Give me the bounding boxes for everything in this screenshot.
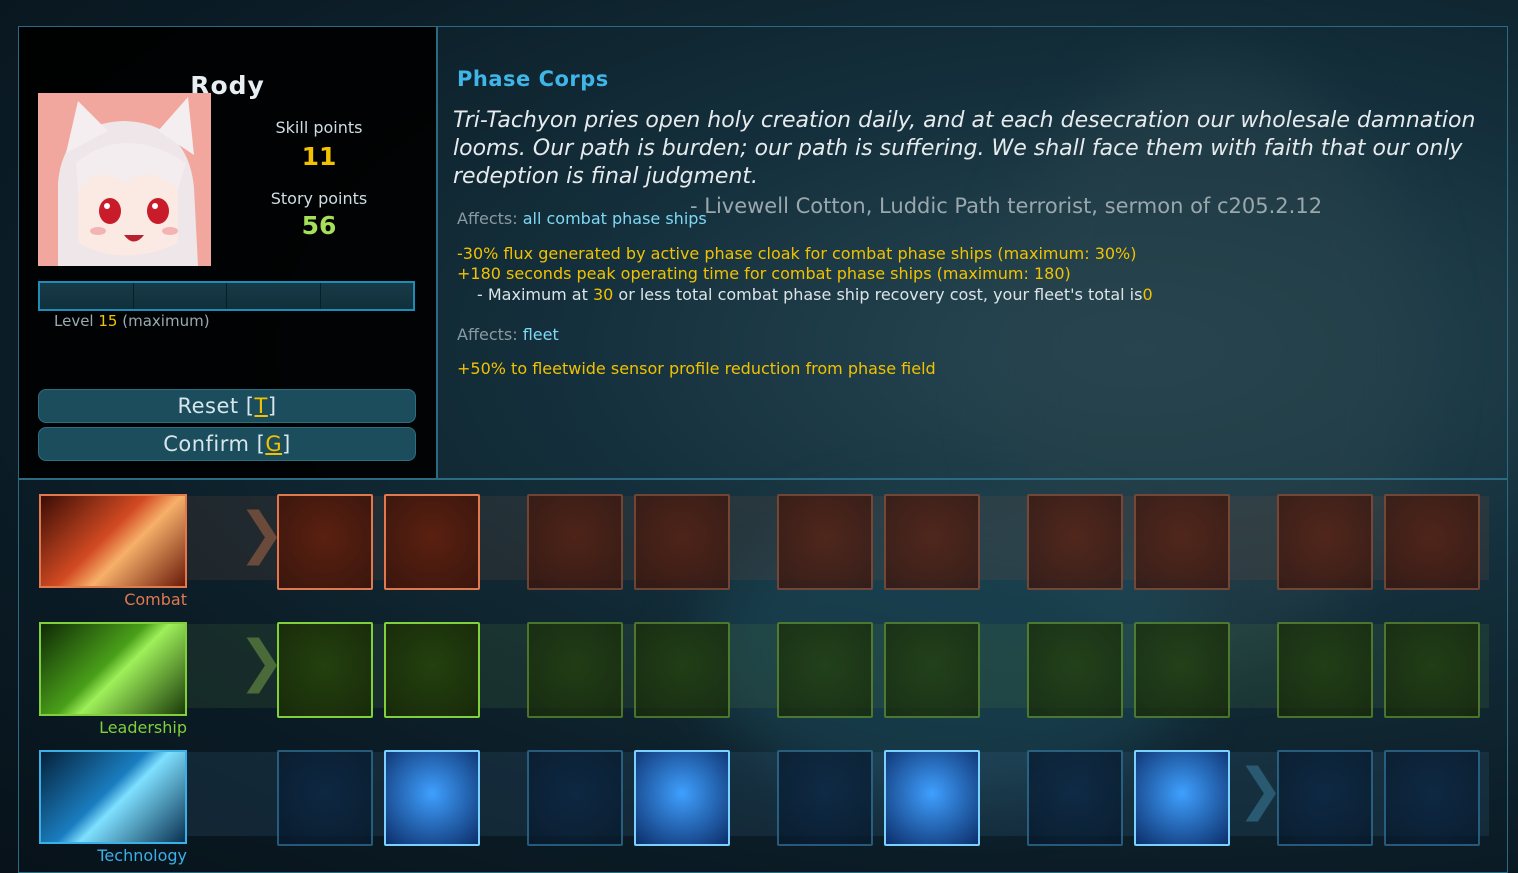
effect-line: +180 seconds peak operating time for com… (457, 264, 1071, 283)
skill-icon[interactable] (1134, 750, 1230, 846)
skill-icon[interactable] (1384, 622, 1480, 718)
skill-icon[interactable] (1277, 494, 1373, 590)
effect-sub-value: 30 (592, 285, 614, 304)
skill-quote: Tri-Tachyon pries open holy creation dai… (453, 108, 1476, 189)
reset-button-text: Reset [ (177, 394, 255, 418)
skill-icon[interactable] (1027, 750, 1123, 846)
aptitude-combat[interactable] (39, 494, 187, 588)
aptitude-leadership[interactable] (39, 622, 187, 716)
skill-info-panel: Phase Corps Tri-Tachyon pries open holy … (437, 27, 1507, 478)
story-points-value: 56 (301, 211, 337, 240)
quote-attribution: - Livewell Cotton, Luddic Path terrorist… (690, 194, 1323, 218)
story-points-label: Story points (270, 189, 368, 208)
affects-target: all combat phase ships (522, 209, 707, 228)
character-portrait[interactable] (38, 93, 211, 266)
portrait-image (38, 93, 211, 266)
aptitude-label: Technology (97, 846, 187, 865)
effect-subline: - Maximum at 30 or less total combat pha… (477, 285, 1153, 304)
skill-icon[interactable] (777, 750, 873, 846)
progress-segment (320, 283, 413, 309)
skill-icon[interactable] (634, 494, 730, 590)
affects-target: fleet (522, 325, 559, 344)
skill-icon[interactable] (1134, 494, 1230, 590)
skill-icon[interactable] (384, 622, 480, 718)
panel-divider (18, 478, 1508, 480)
skill-title: Phase Corps (457, 67, 609, 91)
skill-icon[interactable] (1384, 494, 1480, 590)
affects-label: Affects: (457, 209, 518, 228)
level-suffix: (maximum) (122, 312, 210, 330)
skill-icon[interactable] (634, 750, 730, 846)
skill-icon[interactable] (884, 750, 980, 846)
progress-segment (227, 283, 321, 309)
skill-points-label: Skill points (275, 118, 363, 137)
confirm-button-text: Confirm [ (163, 432, 266, 456)
skill-icon[interactable] (384, 494, 480, 590)
skill-icon[interactable] (277, 494, 373, 590)
level-value: 15 (98, 312, 118, 330)
confirm-button[interactable]: Confirm [G] (38, 427, 416, 461)
skill-icon[interactable] (884, 494, 980, 590)
aptitude-technology[interactable] (39, 750, 187, 844)
affects-line-1: Affects: all combat phase ships (457, 209, 707, 228)
effect-sub-value: 0 (1142, 285, 1153, 304)
reset-bracket: ] (267, 394, 277, 418)
skill-icon[interactable] (777, 622, 873, 718)
progress-segment (133, 283, 227, 309)
level-progress-bar (38, 281, 415, 311)
level-line: Level 15 (maximum) (54, 312, 210, 330)
affects-label: Affects: (457, 325, 518, 344)
progress-segment (40, 283, 134, 309)
skill-icon[interactable] (277, 622, 373, 718)
aptitude-label: Leadership (99, 718, 187, 737)
confirm-bracket: ] (282, 432, 291, 456)
skill-icon[interactable] (384, 750, 480, 846)
skill-points-value: 11 (301, 142, 337, 171)
affects-line-2: Affects: fleet (457, 325, 559, 344)
skill-icon[interactable] (527, 494, 623, 590)
skill-icon[interactable] (277, 750, 373, 846)
skill-icon[interactable] (1134, 622, 1230, 718)
effect-sub-prefix: - Maximum at (477, 285, 588, 304)
effect-sub-text: or less total combat phase ship recovery… (618, 285, 1143, 304)
skill-icon[interactable] (527, 622, 623, 718)
skill-icon[interactable] (1277, 622, 1373, 718)
confirm-hotkey: G (265, 432, 283, 456)
skill-icon[interactable] (1027, 622, 1123, 718)
effect-line: -30% flux generated by active phase cloa… (457, 244, 1137, 263)
skill-icon[interactable] (884, 622, 980, 718)
skill-icon[interactable] (1027, 494, 1123, 590)
level-label: Level (54, 312, 94, 330)
skill-icon[interactable] (1277, 750, 1373, 846)
skill-icon[interactable] (634, 622, 730, 718)
reset-hotkey: T (254, 394, 268, 418)
skill-icon[interactable] (777, 494, 873, 590)
reset-button[interactable]: Reset [T] (38, 389, 416, 423)
effect-line: +50% to fleetwide sensor profile reducti… (457, 359, 936, 378)
skill-icon[interactable] (1384, 750, 1480, 846)
skill-icon[interactable] (527, 750, 623, 846)
aptitude-label: Combat (124, 590, 187, 609)
